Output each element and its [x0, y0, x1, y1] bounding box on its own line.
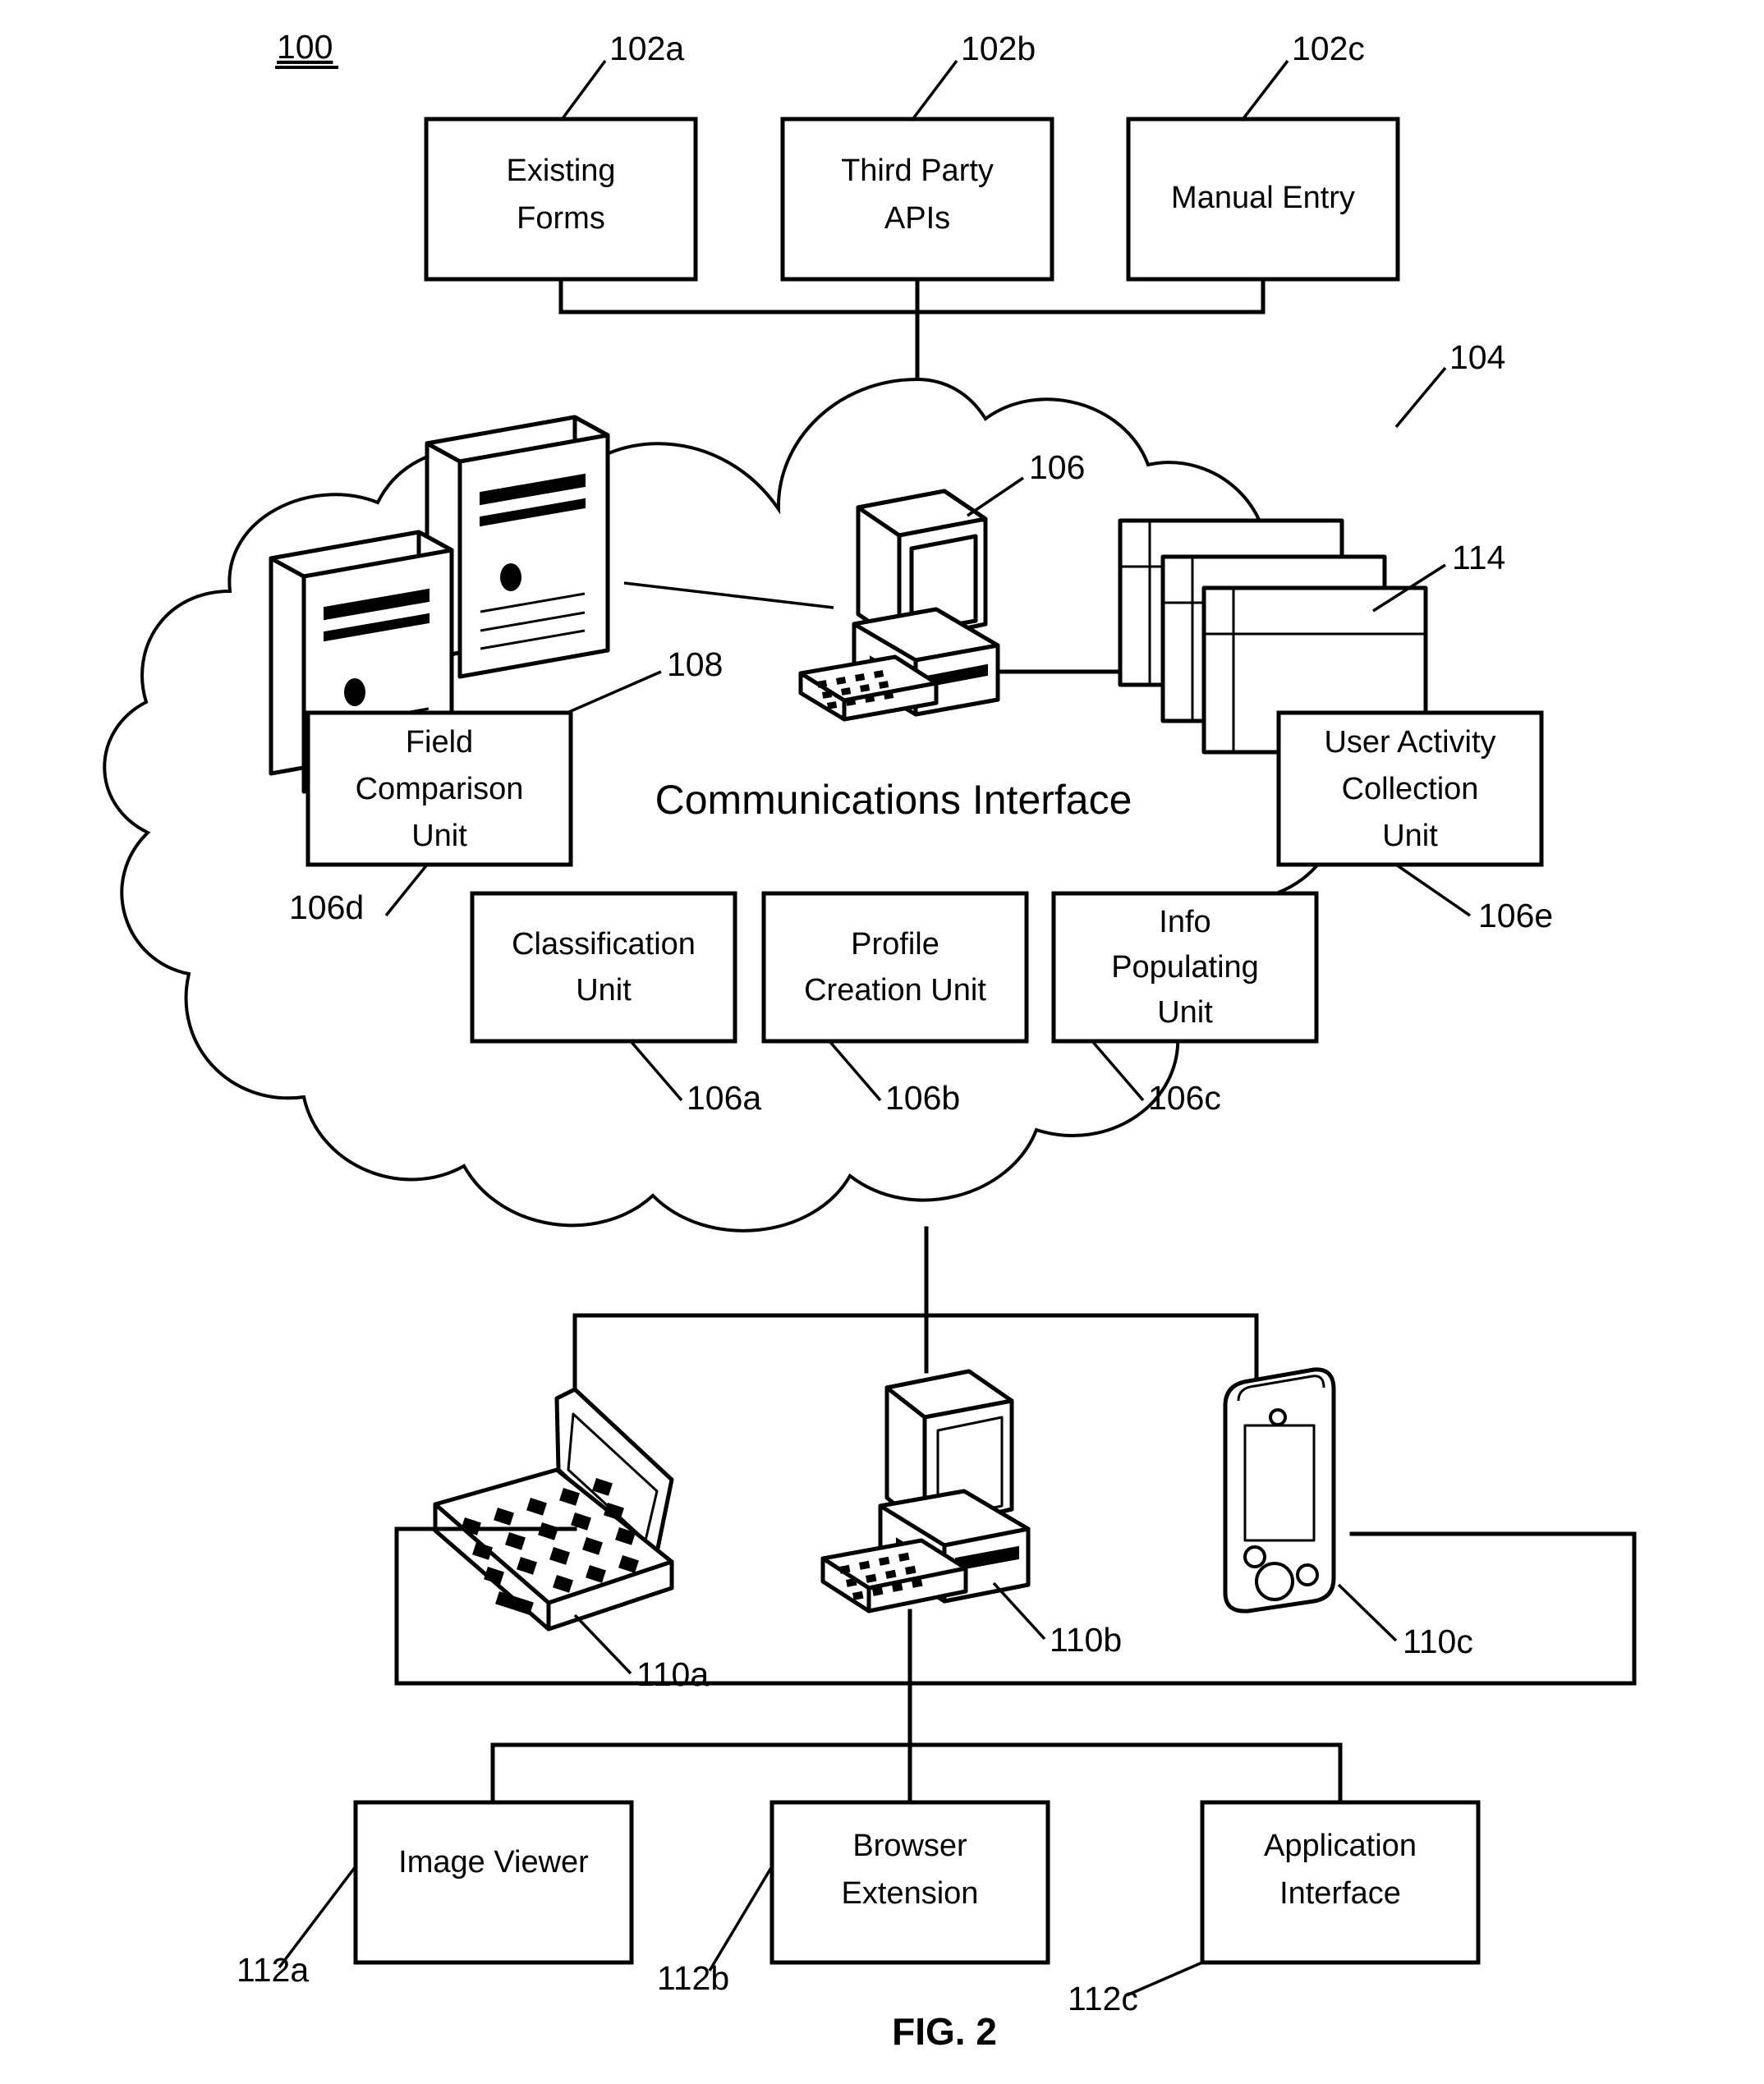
pda-handheld-icon [1223, 1367, 1336, 1613]
ref-label-110a: 110a [636, 1655, 709, 1693]
application-label-line1: Image Viewer [398, 1845, 589, 1880]
desktop-client-icon [820, 1369, 1031, 1613]
patent-figure-page: 100 Existing Forms 102a Third Party APIs… [0, 0, 1764, 2084]
source-box-manual-entry[interactable]: Manual Entry [1126, 117, 1400, 282]
unit-box-rect [470, 891, 737, 1044]
unit-label-line2: Collection [1342, 772, 1479, 806]
source-box-rect [424, 117, 698, 282]
unit-label-line1: Field [406, 725, 473, 760]
application-box-rect [353, 1800, 634, 1965]
ref-label-106b: 106b [885, 1079, 960, 1117]
ref-label-110b: 110b [1050, 1621, 1122, 1659]
application-label-line1: Application [1264, 1829, 1417, 1863]
unit-label-line3: Unit [1382, 819, 1438, 853]
unit-box-classification[interactable]: Classification Unit [470, 891, 737, 1044]
source-box-label-line1: Existing [506, 154, 615, 188]
leader-line-110b [992, 1581, 1046, 1641]
ref-label-106d: 106d [289, 888, 364, 926]
application-box-browser-extension[interactable]: Browser Extension [769, 1800, 1050, 1965]
ref-label-112b: 112b [657, 1959, 729, 1997]
leader-line-102a [559, 59, 607, 122]
unit-label-line2: Unit [576, 973, 632, 1008]
application-label-line2: Extension [842, 1876, 979, 1911]
unit-label-line3: Unit [1157, 995, 1213, 1030]
ref-label-106: 106 [1029, 448, 1085, 486]
unit-label-line2: Populating [1111, 950, 1259, 985]
source-box-label-line1: Manual Entry [1171, 181, 1355, 215]
unit-label-line1: Profile [851, 927, 939, 962]
ref-label-104: 104 [1449, 338, 1505, 376]
leader-line-104 [1394, 366, 1447, 429]
leader-line-102c [1240, 59, 1289, 122]
figure-caption: FIG. 2 [892, 2010, 997, 2053]
ref-label-114: 114 [1452, 539, 1505, 576]
unit-label-line3: Unit [411, 819, 467, 853]
ref-label-102b: 102b [961, 30, 1036, 67]
source-box-label-line2: Forms [517, 201, 605, 236]
leader-line-102b [910, 59, 958, 122]
unit-label-line1: Classification [512, 927, 696, 962]
source-box-existing-forms[interactable]: Existing Forms [424, 117, 698, 282]
source-box-rect [780, 117, 1054, 282]
application-box-application-interface[interactable]: Application Interface [1200, 1800, 1481, 1965]
ref-label-102c: 102c [1292, 30, 1365, 67]
leader-line-110a [573, 1613, 632, 1675]
unit-label-line1: Info [1159, 905, 1210, 939]
application-label-line2: Interface [1279, 1876, 1401, 1911]
source-bus-connector [558, 277, 1266, 314]
ref-label-110c: 110c [1403, 1623, 1473, 1660]
unit-label-line1: User Activity [1324, 725, 1495, 760]
application-label-line1: Browser [852, 1829, 967, 1863]
ref-label-108: 108 [667, 645, 723, 683]
source-box-label-line1: Third Party [841, 154, 994, 188]
leader-line-106e [1395, 863, 1471, 917]
ref-label-112c: 112c [1068, 1980, 1138, 2017]
unit-box-rect [761, 891, 1029, 1044]
unit-box-user-activity-collection[interactable]: User Activity Collection Unit [1276, 710, 1544, 867]
ref-label-102a: 102a [609, 30, 684, 67]
system-number-label: 100 [277, 28, 333, 66]
unit-box-profile-creation[interactable]: Profile Creation Unit [761, 891, 1029, 1044]
leader-line-110c [1337, 1583, 1398, 1642]
unit-box-info-populating[interactable]: Info Populating Unit [1051, 891, 1319, 1044]
cloud-title-label: Communications Interface [655, 777, 1132, 823]
ref-label-106c: 106c [1148, 1079, 1221, 1117]
leader-line-112b [708, 1866, 774, 1972]
laptop-icon [433, 1387, 674, 1632]
unit-label-line2: Creation Unit [804, 973, 986, 1008]
unit-box-field-comparison[interactable]: Field Comparison Unit [305, 710, 573, 867]
ref-label-112a: 112a [237, 1951, 309, 1989]
source-box-label-line2: APIs [884, 201, 950, 236]
ref-label-106a: 106a [687, 1079, 761, 1117]
ref-label-106e: 106e [1478, 897, 1553, 934]
source-box-third-party-apis[interactable]: Third Party APIs [780, 117, 1054, 282]
application-box-image-viewer[interactable]: Image Viewer [353, 1800, 634, 1965]
unit-label-line2: Comparison [356, 772, 524, 806]
figure-canvas: 100 Existing Forms 102a Third Party APIs… [103, 28, 1637, 2053]
